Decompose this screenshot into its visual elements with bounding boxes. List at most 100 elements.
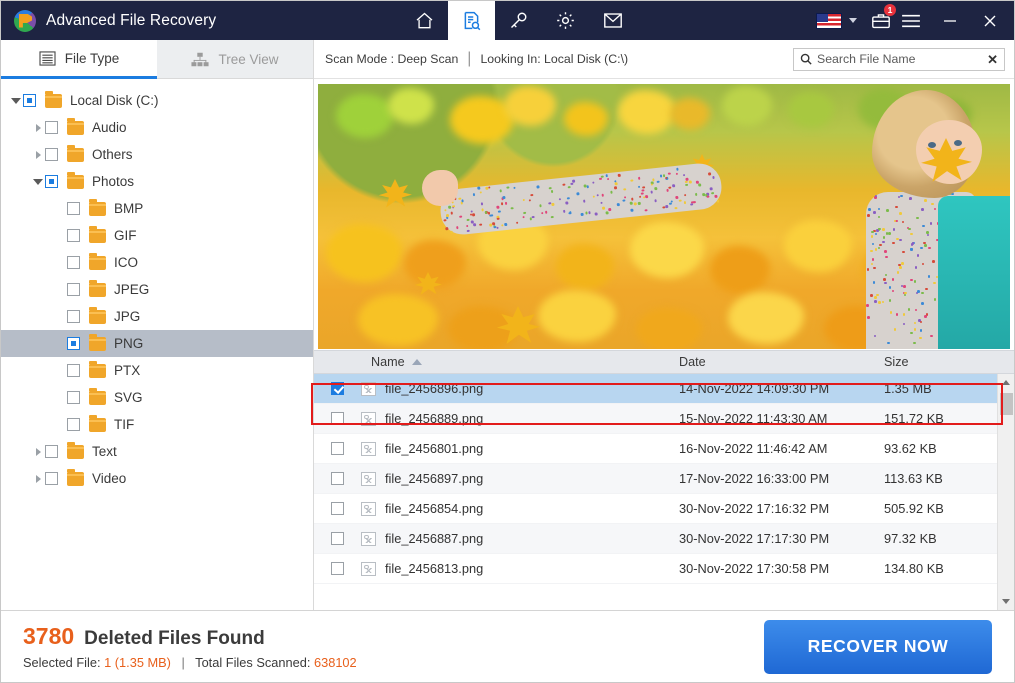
file-list-scrollbar[interactable]	[997, 374, 1014, 610]
row-checkbox-cell[interactable]	[314, 562, 361, 575]
image-file-icon	[361, 562, 376, 576]
row-checkbox-cell[interactable]	[314, 502, 361, 515]
envelope-icon[interactable]	[589, 1, 636, 40]
tree-item-label: Others	[92, 147, 133, 162]
home-icon[interactable]	[401, 1, 448, 40]
scan-document-icon[interactable]	[448, 1, 495, 40]
tree-item-svg[interactable]: SVG	[1, 384, 313, 411]
gear-icon[interactable]	[542, 1, 589, 40]
row-checkbox-cell[interactable]	[314, 472, 361, 485]
tree-checkbox[interactable]	[67, 256, 80, 269]
tree-item-gif[interactable]: GIF	[1, 222, 313, 249]
tree-checkbox[interactable]	[23, 94, 36, 107]
left-panel-tabs: File Type Tree View	[1, 40, 313, 79]
tree-item-jpg[interactable]: JPG	[1, 303, 313, 330]
tree-checkbox[interactable]	[67, 418, 80, 431]
table-row[interactable]: file_2456896.png 14-Nov-2022 14:09:30 PM 1…	[314, 374, 997, 404]
minimize-button[interactable]	[930, 1, 970, 40]
tree-item-label: Text	[92, 444, 117, 459]
tree-checkbox[interactable]	[45, 175, 58, 188]
recover-now-button[interactable]: RECOVER NOW	[764, 620, 992, 674]
tree-item-bmp[interactable]: BMP	[1, 195, 313, 222]
tree-item-jpeg[interactable]: JPEG	[1, 276, 313, 303]
tree-item-label: TIF	[114, 417, 134, 432]
scroll-up-button[interactable]	[998, 374, 1014, 391]
chevron-right-icon	[36, 124, 41, 132]
scroll-down-button[interactable]	[998, 593, 1014, 610]
tree-checkbox[interactable]	[45, 472, 58, 485]
tree-item-label: ICO	[114, 255, 138, 270]
row-checkbox[interactable]	[331, 442, 344, 455]
preview-leaf	[378, 179, 412, 209]
key-icon[interactable]	[495, 1, 542, 40]
tree-item-png[interactable]: PNG	[1, 330, 313, 357]
tree-checkbox[interactable]	[67, 310, 80, 323]
recovery-logo-icon	[14, 10, 36, 32]
folder-icon	[89, 310, 106, 324]
tree-item-tif[interactable]: TIF	[1, 411, 313, 438]
tree-item-ptx[interactable]: PTX	[1, 357, 313, 384]
tree-item-audio[interactable]: Audio	[1, 114, 313, 141]
tree-item-local-disk-c[interactable]: Local Disk (C:)	[1, 87, 313, 114]
column-header-name[interactable]: Name	[314, 355, 679, 369]
us-flag-icon[interactable]	[816, 13, 842, 29]
column-header-date[interactable]: Date	[679, 355, 884, 369]
row-checkbox[interactable]	[331, 532, 344, 545]
tree-checkbox[interactable]	[45, 121, 58, 134]
file-name-label: file_2456889.png	[385, 411, 483, 426]
tree-checkbox[interactable]	[45, 148, 58, 161]
row-checkbox-cell[interactable]	[314, 532, 361, 545]
clear-search-icon[interactable]: ✕	[987, 53, 998, 66]
tree-item-others[interactable]: Others	[1, 141, 313, 168]
row-checkbox[interactable]	[331, 382, 344, 395]
tree-item-photos[interactable]: Photos	[1, 168, 313, 195]
column-header-size[interactable]: Size	[884, 355, 1014, 369]
tree-item-ico[interactable]: ICO	[1, 249, 313, 276]
tree-checkbox[interactable]	[67, 283, 80, 296]
scanned-prefix: Total Files Scanned:	[195, 655, 310, 670]
table-row[interactable]: file_2456887.png 30-Nov-2022 17:17:30 PM 9…	[314, 524, 997, 554]
row-checkbox[interactable]	[331, 562, 344, 575]
tree-checkbox[interactable]	[67, 337, 80, 350]
hamburger-menu-icon[interactable]	[896, 13, 926, 29]
scan-separator: |	[467, 50, 471, 68]
row-checkbox-cell[interactable]	[314, 442, 361, 455]
table-row[interactable]: file_2456897.png 17-Nov-2022 16:33:00 PM 1…	[314, 464, 997, 494]
tree-item-text[interactable]: Text	[1, 438, 313, 465]
tab-tree-view[interactable]: Tree View	[157, 40, 313, 79]
tree-item-video[interactable]: Video	[1, 465, 313, 492]
close-button[interactable]	[970, 1, 1010, 40]
tree-item-label: Local Disk (C:)	[70, 93, 159, 108]
tree-checkbox[interactable]	[67, 391, 80, 404]
tree-checkbox[interactable]	[67, 229, 80, 242]
tree-checkbox[interactable]	[45, 445, 58, 458]
deleted-files-count: 3780	[23, 623, 74, 650]
tree-checkbox[interactable]	[67, 202, 80, 215]
toolbox-icon[interactable]: 1	[866, 11, 896, 30]
table-row[interactable]: file_2456854.png 30-Nov-2022 17:16:32 PM 5…	[314, 494, 997, 524]
search-input[interactable]	[817, 52, 982, 66]
row-checkbox[interactable]	[331, 412, 344, 425]
toolbox-badge: 1	[884, 4, 896, 16]
image-file-icon	[361, 382, 376, 396]
row-checkbox-cell[interactable]	[314, 382, 361, 395]
table-row[interactable]: file_2456813.png 30-Nov-2022 17:30:58 PM 1…	[314, 554, 997, 584]
row-checkbox[interactable]	[331, 472, 344, 485]
preview-image	[318, 84, 1010, 349]
preview-foliage	[618, 90, 676, 134]
scanned-value: 638102	[314, 655, 357, 670]
row-checkbox[interactable]	[331, 502, 344, 515]
chevron-down-icon[interactable]	[849, 18, 857, 23]
folder-icon	[89, 391, 106, 405]
footer-divider: |	[182, 655, 185, 670]
tree-checkbox[interactable]	[67, 364, 80, 377]
file-name-label: file_2456854.png	[385, 501, 483, 516]
table-row[interactable]: file_2456889.png 15-Nov-2022 11:43:30 AM 1…	[314, 404, 997, 434]
scroll-track[interactable]	[998, 391, 1014, 593]
deleted-files-label: Deleted Files Found	[84, 628, 265, 650]
search-file-name-box[interactable]: ✕	[793, 48, 1005, 71]
image-file-icon	[361, 502, 376, 516]
table-row[interactable]: file_2456801.png 16-Nov-2022 11:46:42 AM 9…	[314, 434, 997, 464]
tab-file-type[interactable]: File Type	[1, 40, 157, 79]
row-checkbox-cell[interactable]	[314, 412, 361, 425]
